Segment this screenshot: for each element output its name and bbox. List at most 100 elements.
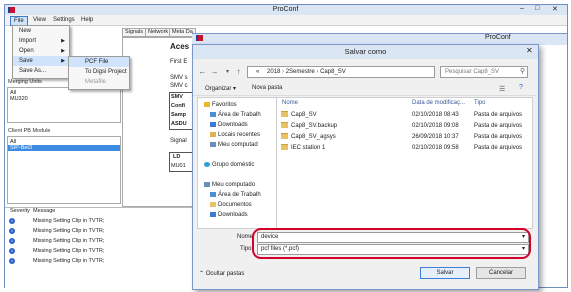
client-pb-label: Client PB Module: [8, 128, 51, 134]
view-options-icon[interactable]: ☰: [499, 85, 505, 93]
list-item[interactable]: All: [8, 137, 120, 145]
menu-item-new[interactable]: New: [13, 26, 69, 36]
tree-item-recent[interactable]: Locais recentes: [198, 130, 276, 140]
tab-signals[interactable]: Signals: [122, 28, 147, 37]
bg-smv-line: SMV s: [170, 75, 188, 81]
menu-item-label: Save: [19, 58, 33, 64]
history-chevron-icon[interactable]: ▾: [223, 67, 232, 77]
tree-item-label: Área de Trabalh: [218, 112, 261, 118]
breadcrumb-part[interactable]: Cap8_SV: [320, 69, 346, 75]
dialog-title: Salvar como: [193, 45, 538, 59]
navigation-tree: Favoritos Área de Trabalh Downloads Loca…: [197, 97, 277, 229]
menu-item-import[interactable]: Import ▶: [13, 36, 69, 46]
tree-item-favorites[interactable]: Favoritos: [198, 100, 276, 110]
cancel-button[interactable]: Cancelar: [476, 267, 526, 279]
tree-item-my-computer[interactable]: Meu computado: [198, 180, 276, 190]
highlight-annotation: [252, 228, 531, 259]
forward-arrow-icon[interactable]: →: [210, 67, 219, 77]
info-icon: i: [9, 218, 15, 224]
save-button[interactable]: Salvar: [420, 267, 470, 279]
breadcrumb-part[interactable]: 2Semestre: [286, 69, 315, 75]
search-icon[interactable]: ⚲: [520, 67, 525, 75]
tree-item-desktop[interactable]: Área de Trabalh: [198, 190, 276, 200]
file-name: IEC station 1: [291, 145, 326, 151]
info-icon: i: [9, 248, 15, 254]
organize-button[interactable]: Organizar ▾: [205, 85, 236, 92]
menu-item-open[interactable]: Open ▶: [13, 46, 69, 56]
menu-help[interactable]: Help: [78, 16, 96, 24]
chevron-right-icon: ▶: [61, 38, 65, 44]
breadcrumb-part[interactable]: «: [256, 69, 259, 75]
folder-icon: [281, 133, 288, 140]
file-row[interactable]: Cap8_SV.backup 02/10/2018 09:08 Pasta de…: [277, 121, 530, 132]
filename-label-text: Nome: [237, 234, 254, 240]
tree-item-homegroup[interactable]: Grupo doméstic: [198, 160, 276, 170]
help-icon[interactable]: ?: [519, 84, 523, 91]
up-arrow-icon[interactable]: ↑: [234, 67, 243, 77]
file-date: 26/09/2018 10:37: [412, 134, 459, 140]
tree-item-label: Locais recentes: [218, 132, 261, 138]
bg-first-line: First E: [170, 59, 188, 65]
merging-units-label: Merging Units: [8, 79, 42, 85]
file-name: Cap8_SV.backup: [291, 123, 338, 129]
log-row[interactable]: i Missing Setting Clip in TVTR;: [5, 216, 193, 226]
menu-item-save-as[interactable]: Save As...: [13, 66, 69, 76]
log-header-message: Message: [33, 208, 56, 214]
folder-icon: [281, 122, 288, 129]
desktop-icon: [210, 111, 216, 117]
file-date: 02/10/2018 08:43: [412, 112, 459, 118]
client-pb-list[interactable]: All SIP-Bet3: [7, 136, 121, 204]
log-row[interactable]: i Missing Setting Clip in TVTR;: [5, 226, 193, 236]
column-header-name[interactable]: Nome: [282, 99, 298, 108]
dialog-close-icon[interactable]: ✕: [526, 46, 533, 55]
tree-item-label: Meu computado: [212, 182, 256, 188]
breadcrumb-separator: ›: [282, 69, 285, 75]
hide-folders-label: Ocultar pastas: [205, 271, 245, 277]
log-row[interactable]: i Missing Setting Clip in TVTR;: [5, 236, 193, 246]
file-row[interactable]: Cap8_SV 02/10/2018 08:43 Pasta de arquiv…: [277, 110, 530, 121]
bg-box: ASDU: [171, 121, 187, 127]
tree-item-documents[interactable]: Documentos: [198, 200, 276, 210]
menu-item-label: Save As...: [19, 68, 47, 74]
list-item-selected[interactable]: SIP-Bet3: [8, 145, 120, 151]
tab-network[interactable]: Network: [145, 28, 172, 37]
save-submenu: PCF File To Digsi Project Metafile: [68, 56, 130, 90]
log-row[interactable]: i Missing Setting Clip in TVTR;: [5, 256, 193, 266]
tree-item-downloads[interactable]: Downloads: [198, 120, 276, 130]
column-header-type[interactable]: Tipo: [474, 99, 485, 108]
back-arrow-icon[interactable]: ←: [198, 67, 207, 77]
address-bar[interactable]: « 2018 › 2Semestre › Cap8_SV: [247, 66, 435, 78]
tree-item-desktop[interactable]: Área de Trabalh: [198, 110, 276, 120]
search-input[interactable]: Pesquisar Cap8_SV: [440, 66, 528, 78]
log-row[interactable]: i Missing Setting Clip in TVTR;: [5, 246, 193, 256]
maximize-icon[interactable]: □: [535, 5, 539, 12]
type-label-text: Tipo: [240, 246, 252, 252]
log-list: i Missing Setting Clip in TVTR; i Missing …: [5, 216, 193, 266]
log-header-severity: Severity: [10, 208, 30, 214]
minimize-icon[interactable]: –: [520, 5, 524, 12]
menu-item-pcf-file[interactable]: PCF File: [69, 57, 129, 67]
menu-settings[interactable]: Settings: [50, 16, 78, 24]
file-type: Pasta de arquivos: [474, 112, 523, 118]
file-name: Cap8_SV_agsys: [291, 134, 336, 140]
hide-folders-toggle[interactable]: ⌃ Ocultar pastas: [199, 270, 244, 277]
bg-ld-box: LD MU01: [169, 152, 193, 172]
menu-item-save[interactable]: Save ▶: [13, 56, 69, 66]
bg-box: Samp: [171, 112, 186, 118]
bg-box-stack: SMV Confi Samp ASDU: [169, 92, 193, 130]
menu-item-digsi-project[interactable]: To Digsi Project: [69, 67, 129, 77]
tree-item-computer[interactable]: Meu computad: [198, 140, 276, 150]
folder-icon: [281, 111, 288, 118]
file-row[interactable]: IEC station 1 02/10/2018 09:58 Pasta de …: [277, 143, 530, 154]
folder-icon: [281, 144, 288, 151]
menu-view[interactable]: View: [30, 16, 49, 24]
new-folder-button[interactable]: Nova pasta: [252, 85, 282, 91]
close-icon[interactable]: ✕: [552, 5, 558, 13]
list-item[interactable]: MU320: [8, 96, 120, 102]
tree-item-downloads[interactable]: Downloads: [198, 210, 276, 220]
column-header-date[interactable]: Data de modificaç...: [412, 99, 465, 108]
merging-units-list[interactable]: All MU320: [7, 87, 121, 123]
file-row[interactable]: Cap8_SV_agsys 26/09/2018 10:37 Pasta de …: [277, 132, 530, 143]
breadcrumb-part[interactable]: 2018: [267, 69, 280, 75]
documents-icon: [210, 201, 216, 207]
